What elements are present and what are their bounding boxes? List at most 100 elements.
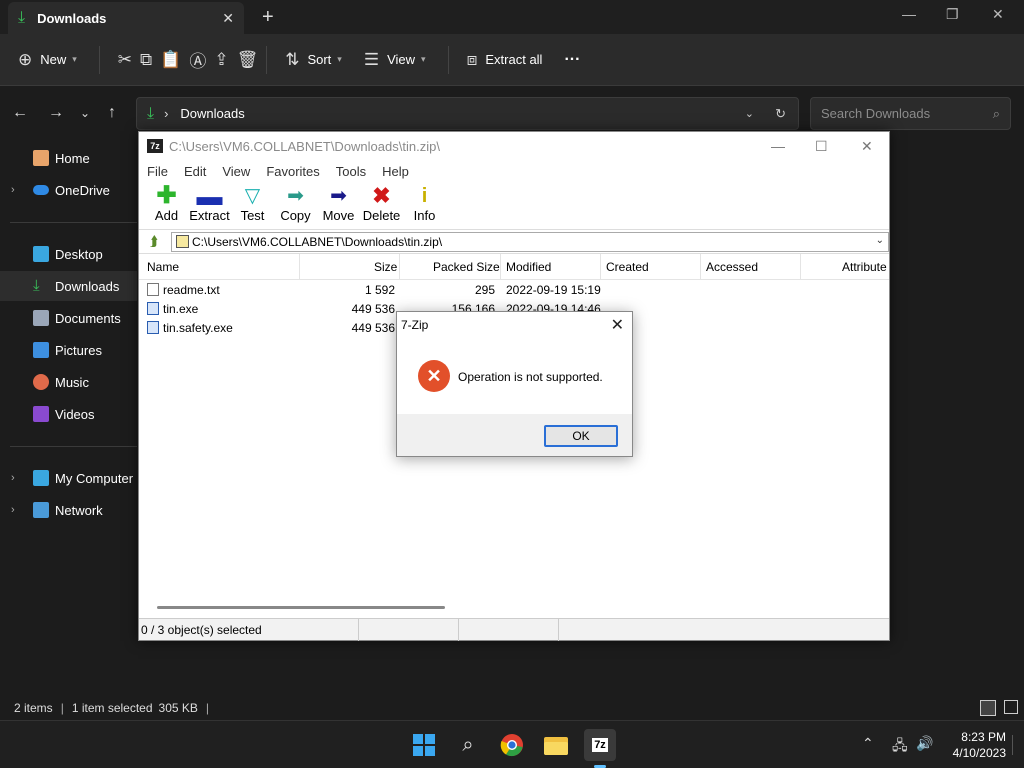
more-options-button[interactable]: ··· <box>564 51 580 69</box>
menu-tools[interactable]: Tools <box>336 164 366 179</box>
restore-button[interactable]: ❐ <box>946 6 959 23</box>
sidebar-item-label: Desktop <box>55 246 103 262</box>
address-dropdown-icon[interactable]: ⌄ <box>745 107 754 120</box>
copy-icon[interactable]: ⧉ <box>140 50 152 70</box>
table-row[interactable]: readme.txt 1 592 295 2022-09-19 15:19 <box>139 280 889 299</box>
close-window-button[interactable]: ✕ <box>992 6 1004 23</box>
sidebar-item-documents[interactable]: Documents <box>0 303 137 333</box>
info-button[interactable]: i Info <box>403 184 446 229</box>
column-attribute[interactable]: Attribute <box>842 260 887 274</box>
column-size[interactable]: Size <box>374 260 397 274</box>
file-packed-size: 295 <box>474 283 495 297</box>
horizontal-scrollbar[interactable] <box>157 606 445 609</box>
address-bar[interactable]: ⤓ › Downloads ⌄ ↻ <box>136 97 799 130</box>
selection-status: 0 / 3 object(s) selected <box>139 618 359 641</box>
sidebar-item-pictures[interactable]: Pictures <box>0 335 137 365</box>
column-modified[interactable]: Modified <box>506 260 551 274</box>
videos-icon <box>33 406 49 422</box>
exe-file-icon <box>147 321 159 334</box>
view-icon: ☰ <box>363 49 380 69</box>
explorer-toolbar: ⊕ New ▾ ✂ ⧉ 📋 Ⓐ ⇪ 🗑 ⇅ Sort ▾ ☰ View ▾ ⧈ … <box>0 34 1024 86</box>
add-button[interactable]: ✚ Add <box>145 184 188 229</box>
breadcrumb-chevron-icon: › <box>164 106 169 121</box>
chevron-down-icon: ▾ <box>337 54 342 64</box>
search-input[interactable]: Search Downloads ⌕ <box>810 97 1011 130</box>
copy-button[interactable]: ➡ Copy <box>274 184 317 229</box>
details-view-icon[interactable] <box>980 700 996 716</box>
search-taskbar-icon[interactable]: ⌕ <box>452 729 484 761</box>
sevenzip-title-bar: 7z C:\Users\VM6.COLLABNET\Downloads\tin.… <box>139 132 889 160</box>
up-arrow-icon[interactable]: ↑ <box>108 104 116 122</box>
refresh-icon[interactable]: ↻ <box>775 106 786 122</box>
menu-file[interactable]: File <box>147 164 168 179</box>
file-name: tin.safety.exe <box>163 321 233 335</box>
network-status-icon[interactable]: 🖧 <box>892 735 908 759</box>
sidebar-item-label: My Computer <box>55 470 134 486</box>
recent-chevron-icon[interactable]: ⌄ <box>80 106 90 120</box>
show-hidden-icons-chevron[interactable]: ⌃ <box>862 735 874 752</box>
document-icon <box>33 310 49 326</box>
column-accessed[interactable]: Accessed <box>706 260 758 274</box>
folder-up-icon[interactable]: ⮭ <box>139 233 169 250</box>
extract-all-button[interactable]: ⧈ Extract all <box>467 50 543 70</box>
forward-arrow-icon[interactable]: → <box>48 104 64 122</box>
column-divider <box>299 254 300 280</box>
paste-icon[interactable]: 📋 <box>160 50 181 70</box>
close-tab-icon[interactable]: ✕ <box>222 10 234 27</box>
notification-icon[interactable] <box>1012 735 1018 755</box>
ok-button[interactable]: OK <box>544 425 618 447</box>
column-name[interactable]: Name <box>147 260 179 274</box>
sevenzip-taskbar-icon[interactable]: 7z <box>584 729 616 761</box>
path-input[interactable]: C:\Users\VM6.COLLABNET\Downloads\tin.zip… <box>171 232 889 252</box>
sidebar-item-my-computer[interactable]: My Computer <box>0 463 137 493</box>
clock[interactable]: 8:23 PM 4/10/2023 <box>953 729 1006 761</box>
plus-icon: ✚ <box>156 182 177 209</box>
status-segment <box>359 618 459 641</box>
move-button[interactable]: ➡ Move <box>317 184 360 229</box>
sidebar-item-onedrive[interactable]: OneDrive <box>0 175 137 205</box>
extract-button[interactable]: ▬ Extract <box>188 183 231 229</box>
sevenzip-toolbar: ✚ Add ▬ Extract ▽ Test ➡ Copy ➡ Move ✖ D… <box>139 182 889 230</box>
chrome-icon[interactable] <box>496 729 528 761</box>
rename-icon[interactable]: Ⓐ <box>189 47 206 72</box>
sidebar-item-videos[interactable]: Videos <box>0 399 137 429</box>
volume-icon[interactable]: 🔊 <box>916 735 933 752</box>
menu-help[interactable]: Help <box>382 164 409 179</box>
new-tab-button[interactable]: + <box>262 6 274 29</box>
explorer-status-bar: 2 items | 1 item selected 305 KB | <box>0 696 1024 720</box>
start-button[interactable] <box>408 729 440 761</box>
column-packed-size[interactable]: Packed Size <box>433 260 500 274</box>
sidebar-item-music[interactable]: Music <box>0 367 137 397</box>
menu-favorites[interactable]: Favorites <box>266 164 319 179</box>
view-button[interactable]: ☰ View ▾ <box>364 50 426 70</box>
new-button[interactable]: ⊕ New ▾ <box>18 50 77 70</box>
menu-edit[interactable]: Edit <box>184 164 206 179</box>
maximize-button[interactable]: ☐ <box>815 138 828 155</box>
menu-view[interactable]: View <box>222 164 250 179</box>
tiles-view-icon[interactable] <box>1004 700 1018 714</box>
close-icon[interactable]: ✕ <box>611 315 624 335</box>
delete-icon[interactable]: 🗑 <box>237 50 259 70</box>
sidebar-item-network[interactable]: Network <box>0 495 137 525</box>
breadcrumb: Downloads <box>180 106 245 121</box>
sidebar-item-downloads[interactable]: ⤓ Downloads <box>0 271 137 301</box>
minimize-button[interactable]: — <box>902 6 916 22</box>
path-zip-icon <box>176 235 189 248</box>
column-created[interactable]: Created <box>606 260 649 274</box>
cut-icon[interactable]: ✂ <box>118 50 132 70</box>
delete-button[interactable]: ✖ Delete <box>360 184 403 229</box>
back-arrow-icon[interactable]: ← <box>12 104 28 122</box>
explorer-tab-bar: ⤓ Downloads ✕ + — ❐ ✕ <box>0 0 1024 34</box>
sort-button[interactable]: ⇅ Sort ▾ <box>285 50 342 70</box>
tab-downloads[interactable]: ⤓ Downloads ✕ <box>8 2 244 34</box>
test-button[interactable]: ▽ Test <box>231 184 274 229</box>
sidebar-item-desktop[interactable]: Desktop <box>0 239 137 269</box>
sidebar-item-home[interactable]: Home <box>0 143 137 173</box>
file-explorer-icon[interactable] <box>540 729 572 761</box>
close-button[interactable]: ✕ <box>861 138 873 155</box>
selection-count: 1 item selected <box>71 701 153 715</box>
status-separator: | <box>205 701 210 715</box>
path-dropdown-icon[interactable]: ⌄ <box>876 235 884 246</box>
share-icon[interactable]: ⇪ <box>214 50 228 70</box>
minimize-button[interactable]: — <box>771 138 785 154</box>
